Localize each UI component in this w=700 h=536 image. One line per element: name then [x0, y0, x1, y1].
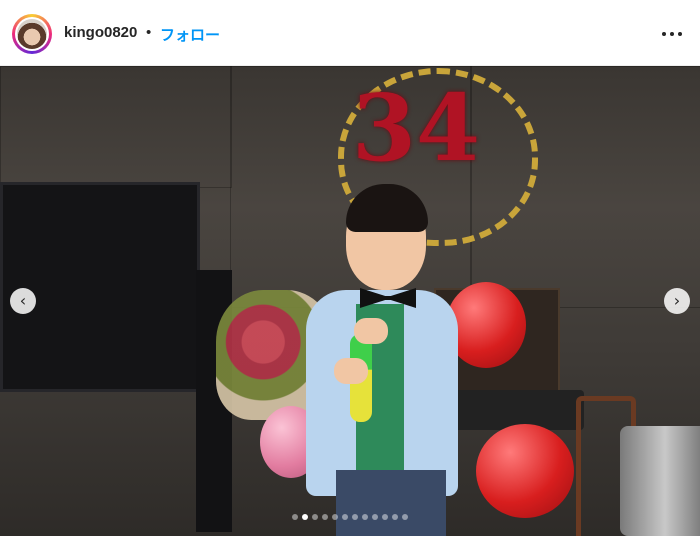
avatar-frame [15, 17, 49, 51]
carousel-dot [362, 514, 368, 520]
boy-hand [354, 318, 388, 344]
carousel-dot [382, 514, 388, 520]
boy-hand [334, 358, 368, 384]
carousel-indicator [0, 514, 700, 520]
carousel-dot [342, 514, 348, 520]
carousel-dot [302, 514, 308, 520]
carousel-dot [372, 514, 378, 520]
birthday-sign: 34 [352, 74, 481, 182]
profile-photo [17, 19, 47, 49]
separator-dot: • [146, 24, 152, 41]
carousel-dot [322, 514, 328, 520]
red-balloon [446, 282, 526, 368]
carousel-dot [312, 514, 318, 520]
television [0, 182, 200, 392]
more-options-icon[interactable] [658, 22, 686, 46]
wall-panel [0, 66, 232, 188]
username-link[interactable]: kingo0820 [64, 24, 137, 41]
carousel-dot [292, 514, 298, 520]
boy-pants [336, 470, 446, 536]
chevron-right-icon[interactable]: › [664, 288, 690, 314]
carousel-dot [402, 514, 408, 520]
post-header: kingo0820 • フォロー [0, 0, 700, 66]
carousel-dot [332, 514, 338, 520]
carousel-dot [352, 514, 358, 520]
red-balloon [476, 424, 574, 518]
follow-button[interactable]: フォロー [160, 24, 220, 45]
avatar[interactable] [12, 14, 52, 54]
chevron-left-icon[interactable]: ‹ [10, 288, 36, 314]
carousel-dot [392, 514, 398, 520]
post-photo[interactable]: 34 ‹ › [0, 66, 700, 536]
